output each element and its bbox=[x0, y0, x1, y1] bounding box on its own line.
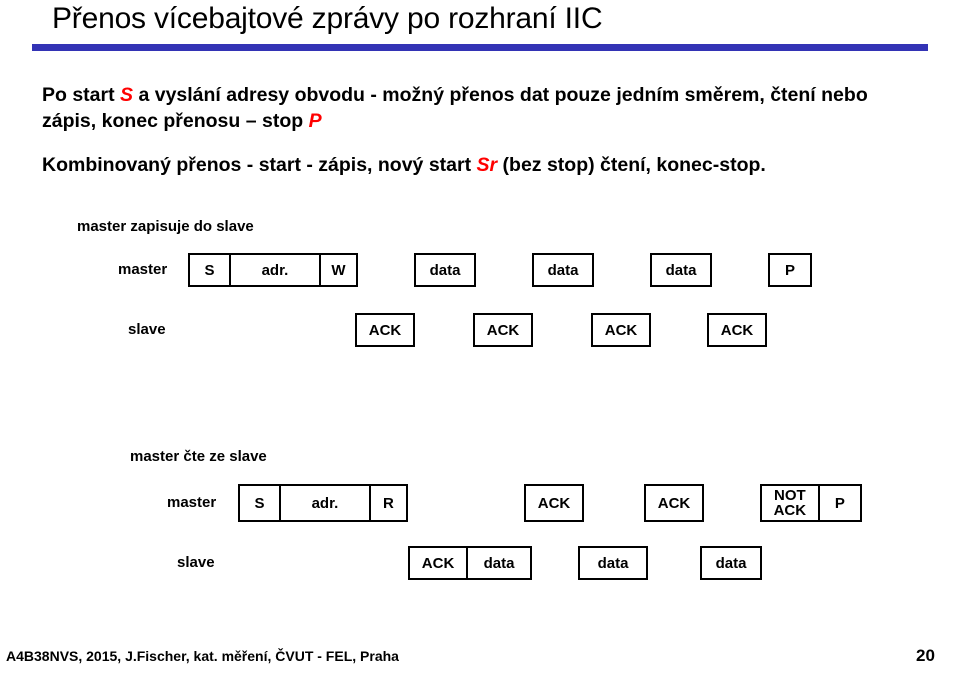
frame-write-slave-ack-2: ACK bbox=[473, 313, 533, 347]
page-title: Přenos vícebajtové zprávy po rozhraní II… bbox=[52, 2, 603, 35]
frame-read-slave-data-2: data bbox=[578, 546, 648, 580]
cell-address: adr. bbox=[229, 255, 319, 285]
cell-read-bit: R bbox=[368, 486, 406, 520]
cell-start: S bbox=[204, 261, 215, 279]
diagram-write-master-label: master bbox=[118, 261, 168, 278]
cell-ack: ACK bbox=[368, 321, 402, 339]
cell-ack: ACK bbox=[421, 554, 455, 572]
diagram-read-slave-label: slave bbox=[177, 554, 215, 571]
frame-write-master-stop: P bbox=[768, 253, 812, 287]
cell-data: data bbox=[466, 548, 530, 578]
cell-data: data bbox=[547, 261, 579, 279]
frame-write-slave-ack-1: ACK bbox=[355, 313, 415, 347]
cell-stop: P bbox=[784, 261, 795, 279]
cell-data: data bbox=[429, 261, 461, 279]
frame-read-master-notack-stop: NOT ACK P bbox=[760, 484, 862, 522]
cell-not-ack: NOT ACK bbox=[773, 487, 807, 519]
frame-read-master-ack-1: ACK bbox=[524, 484, 584, 522]
footer-credit: A4B38NVS, 2015, J.Fischer, kat. měření, … bbox=[6, 648, 399, 664]
cell-start: S bbox=[254, 494, 265, 512]
cell-ack: ACK bbox=[657, 494, 691, 512]
cell-data: data bbox=[665, 261, 697, 279]
cell-stop: P bbox=[817, 486, 860, 520]
cell-ack: ACK bbox=[486, 321, 520, 339]
diagram-read-master-label: master bbox=[167, 494, 217, 511]
title-divider bbox=[32, 44, 928, 51]
frame-write-master-data-1: data bbox=[414, 253, 476, 287]
cell-ack: ACK bbox=[604, 321, 638, 339]
frame-write-slave-ack-3: ACK bbox=[591, 313, 651, 347]
paragraph-combined-transfer: Kombinovaný přenos - start - zápis, nový… bbox=[42, 152, 922, 178]
para2-segment-2: (bez stop) čtení, konec-stop. bbox=[497, 154, 766, 176]
diagram-write-caption: master zapisuje do slave bbox=[77, 218, 254, 235]
para1-highlight-stop: P bbox=[308, 110, 322, 132]
para2-segment-1: Kombinovaný přenos - start - zápis, nový… bbox=[42, 154, 477, 176]
para1-segment-2: a vyslání adresy obvodu - možný přenos d… bbox=[42, 84, 868, 132]
footer-page-number: 20 bbox=[916, 646, 935, 665]
para1-segment-1: Po start bbox=[42, 84, 121, 106]
cell-ack: ACK bbox=[720, 321, 754, 339]
cell-data: data bbox=[715, 554, 747, 572]
frame-write-master-data-2: data bbox=[532, 253, 594, 287]
paragraph-single-transfer: Po start S a vyslání adresy obvodu - mož… bbox=[42, 82, 922, 134]
para2-highlight-repeated-start: Sr bbox=[476, 154, 498, 176]
frame-write-slave-ack-4: ACK bbox=[707, 313, 767, 347]
diagram-write-slave-label: slave bbox=[128, 321, 166, 338]
cell-address: adr. bbox=[279, 486, 369, 520]
frame-read-slave-data-3: data bbox=[700, 546, 762, 580]
frame-write-master-header: S adr. W bbox=[188, 253, 358, 287]
frame-read-master-header: S adr. R bbox=[238, 484, 408, 522]
frame-read-slave-ack-data: ACK data bbox=[408, 546, 532, 580]
cell-ack: ACK bbox=[537, 494, 571, 512]
cell-data: data bbox=[597, 554, 629, 572]
frame-read-master-ack-2: ACK bbox=[644, 484, 704, 522]
cell-write-bit: W bbox=[318, 255, 356, 285]
para1-highlight-start: S bbox=[120, 84, 134, 106]
diagram-read-caption: master čte ze slave bbox=[130, 448, 267, 465]
frame-write-master-data-3: data bbox=[650, 253, 712, 287]
